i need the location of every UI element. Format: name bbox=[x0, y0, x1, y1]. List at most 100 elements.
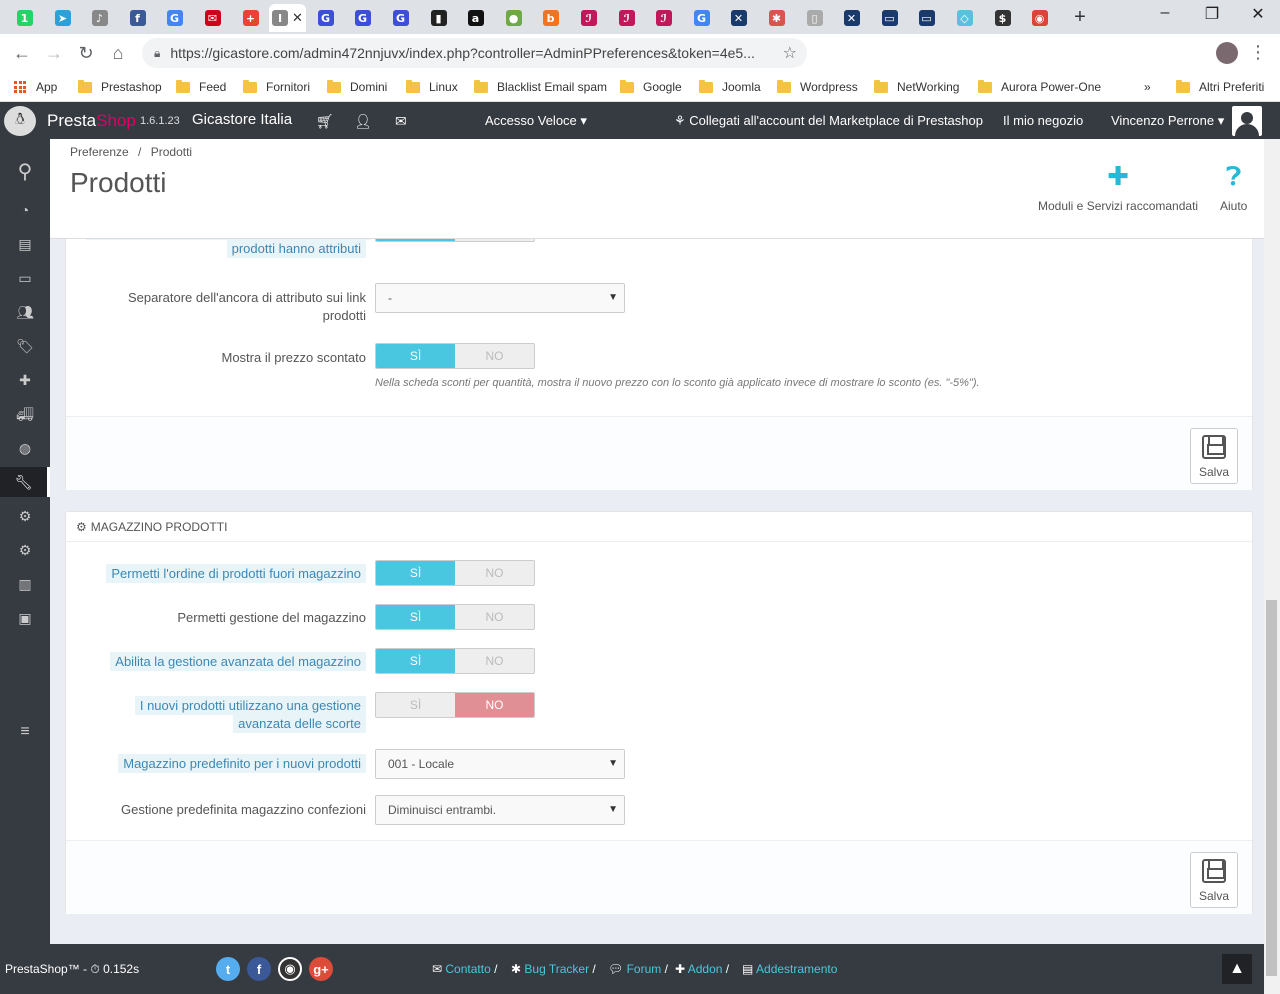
bookmark-folder[interactable]: Fornitori bbox=[243, 76, 310, 98]
minimize-icon[interactable]: – bbox=[1145, 4, 1185, 22]
customers-icon[interactable]: 👥︎ bbox=[0, 304, 50, 321]
dashboard-icon[interactable]: ◔ bbox=[0, 202, 50, 218]
globe-icon[interactable]: ◍ bbox=[0, 440, 50, 457]
gear-icon[interactable]: ⚙ bbox=[0, 542, 50, 559]
bookmark-folder[interactable]: Blacklist Email spam bbox=[474, 76, 607, 98]
browser-tab[interactable]: G bbox=[156, 4, 193, 32]
browser-tab[interactable]: ℐ bbox=[645, 4, 682, 32]
scroll-to-top-button[interactable]: ▲ bbox=[1222, 954, 1252, 984]
tags-icon[interactable]: 🏷︎ bbox=[0, 338, 50, 355]
card-icon[interactable]: ▭ bbox=[0, 270, 50, 287]
marketplace-link[interactable]: ⚘ Collegati all'account del Marketplace … bbox=[674, 113, 983, 129]
browser-tab[interactable]: I ✕ bbox=[269, 4, 306, 32]
user-avatar[interactable] bbox=[1232, 106, 1262, 136]
browser-tab[interactable]: ℐ bbox=[608, 4, 645, 32]
browser-tab[interactable]: b bbox=[532, 4, 569, 32]
wrench-icon[interactable]: 🔧︎ bbox=[0, 467, 50, 497]
browser-menu-icon[interactable]: ⋮ bbox=[1246, 42, 1270, 63]
bookmark-folder[interactable]: Aurora Power-One bbox=[978, 76, 1101, 98]
browser-tab[interactable]: ✕ bbox=[833, 4, 870, 32]
customer-icon[interactable]: 👤︎ bbox=[354, 113, 372, 130]
bookmark-folder[interactable]: Domini bbox=[327, 76, 387, 98]
save-button[interactable]: Salva bbox=[1190, 852, 1238, 908]
browser-tab[interactable]: G bbox=[307, 4, 344, 32]
facebook-icon[interactable]: f bbox=[247, 957, 271, 981]
browser-tab[interactable]: ✕ bbox=[720, 4, 757, 32]
scrollbar-thumb[interactable] bbox=[1266, 600, 1277, 976]
browser-tab[interactable]: ▯ bbox=[796, 4, 833, 32]
bookmark-other-folder[interactable]: Altri Preferiti bbox=[1176, 76, 1264, 98]
bookmark-folder[interactable]: Linux bbox=[406, 76, 458, 98]
browser-tab[interactable]: ➤ bbox=[44, 4, 81, 32]
browser-tab[interactable]: ◉ bbox=[1021, 4, 1058, 32]
discount-price-switch[interactable]: SÌ NO bbox=[375, 343, 535, 369]
save-button[interactable]: Salva bbox=[1190, 428, 1238, 484]
footer-link-forum[interactable]: 💬︎ Forum / bbox=[608, 962, 668, 976]
close-tab-icon[interactable]: ✕ bbox=[292, 10, 303, 26]
bookmark-folder[interactable]: NetWorking bbox=[874, 76, 959, 98]
footer-link-contact[interactable]: ✉ Contatto / bbox=[432, 962, 497, 976]
quick-access-dropdown[interactable]: Accesso Veloce ▾ bbox=[485, 113, 587, 129]
browser-tab[interactable]: ◇ bbox=[946, 4, 983, 32]
recommended-modules-button[interactable]: ✚ Moduli e Servizi raccomandati bbox=[1038, 161, 1198, 213]
github-icon[interactable]: ◉ bbox=[278, 957, 302, 981]
orders-icon[interactable]: ▤ bbox=[0, 236, 50, 253]
browser-tab[interactable]: G bbox=[382, 4, 419, 32]
browser-tab[interactable]: ✉ bbox=[194, 4, 231, 32]
bookmark-folder[interactable]: Wordpress bbox=[777, 76, 858, 98]
advanced-stock-switch[interactable]: SÌ NO bbox=[375, 648, 535, 674]
footer-link-training[interactable]: ▤ Addestramento bbox=[742, 962, 837, 976]
browser-tab[interactable]: ℐ bbox=[570, 4, 607, 32]
footer-link-addon[interactable]: ✚ Addon / bbox=[675, 962, 729, 976]
breadcrumb-parent[interactable]: Preferenze bbox=[70, 145, 129, 159]
close-window-icon[interactable]: ✕ bbox=[1238, 4, 1278, 24]
browser-tab[interactable]: + bbox=[232, 4, 269, 32]
new-products-advanced-switch[interactable]: SÌ NO bbox=[375, 692, 535, 718]
bookmark-folder[interactable]: Joomla bbox=[699, 76, 761, 98]
bookmark-star-icon[interactable]: ☆ bbox=[783, 43, 797, 63]
reload-icon[interactable]: ↻ bbox=[74, 43, 98, 64]
truck-icon[interactable]: 🚚︎ bbox=[0, 406, 50, 423]
browser-tab[interactable]: ▭ bbox=[871, 4, 908, 32]
browser-tab[interactable]: 1 bbox=[6, 4, 43, 32]
user-menu[interactable]: Vincenzo Perrone ▾ bbox=[1111, 113, 1224, 129]
bookmark-folder[interactable]: Google bbox=[620, 76, 682, 98]
pack-stock-select[interactable]: Diminuisci entrambi. ▼ bbox=[375, 795, 625, 825]
browser-tab[interactable]: ▭ bbox=[908, 4, 945, 32]
browser-tab[interactable]: G bbox=[344, 4, 381, 32]
profile-avatar[interactable] bbox=[1216, 42, 1238, 64]
stock-management-switch[interactable]: SÌ NO bbox=[375, 604, 535, 630]
help-button[interactable]: ❓︎ Aiuto bbox=[1220, 161, 1247, 213]
browser-tab[interactable]: ✱ bbox=[758, 4, 795, 32]
modules-puzzle-icon[interactable]: ✚ bbox=[0, 372, 50, 389]
cart-icon[interactable]: 🛒︎ bbox=[316, 113, 334, 130]
cogs-icon[interactable]: ⚙ bbox=[0, 508, 50, 525]
shop-name[interactable]: Gicastore Italia bbox=[192, 111, 292, 128]
bookmarks-overflow[interactable]: » bbox=[1144, 76, 1151, 98]
home-icon[interactable]: ⌂ bbox=[106, 43, 130, 64]
twitter-icon[interactable]: t bbox=[216, 957, 240, 981]
new-tab-button[interactable]: + bbox=[1068, 6, 1092, 29]
bookmark-apps[interactable]: App bbox=[14, 76, 57, 98]
default-warehouse-select[interactable]: 001 - Locale ▼ bbox=[375, 749, 625, 779]
footer-link-bugtracker[interactable]: ✱ Bug Tracker / bbox=[511, 962, 596, 976]
bookmark-folder[interactable]: Prestashop bbox=[78, 76, 162, 98]
browser-tab[interactable]: a bbox=[457, 4, 494, 32]
message-icon[interactable]: ✉ bbox=[395, 113, 407, 130]
google-plus-icon[interactable]: g+ bbox=[309, 957, 333, 981]
browser-tab[interactable]: ▮ bbox=[420, 4, 457, 32]
separator-select[interactable]: - ▼ bbox=[375, 283, 625, 313]
out-of-stock-order-switch[interactable]: SÌ NO bbox=[375, 560, 535, 586]
search-icon[interactable]: ⚲ bbox=[0, 159, 50, 184]
browser-tab[interactable]: ● bbox=[495, 4, 532, 32]
browser-tab[interactable]: ♪ bbox=[81, 4, 118, 32]
address-bar[interactable]: 🔒︎ https://gicastore.com/admin472nnjuvx/… bbox=[142, 38, 807, 68]
browser-tab[interactable]: $ bbox=[984, 4, 1021, 32]
bookmark-folder[interactable]: Feed bbox=[176, 76, 226, 98]
forward-icon[interactable]: → bbox=[42, 43, 66, 64]
restore-icon[interactable]: ❐ bbox=[1192, 4, 1232, 24]
collapse-menu-icon[interactable]: ≡ bbox=[0, 723, 50, 741]
browser-tab[interactable]: G bbox=[683, 4, 720, 32]
prestashop-logo[interactable]: 🐧︎ bbox=[4, 106, 36, 136]
stats-icon[interactable]: ▥ bbox=[0, 576, 50, 593]
